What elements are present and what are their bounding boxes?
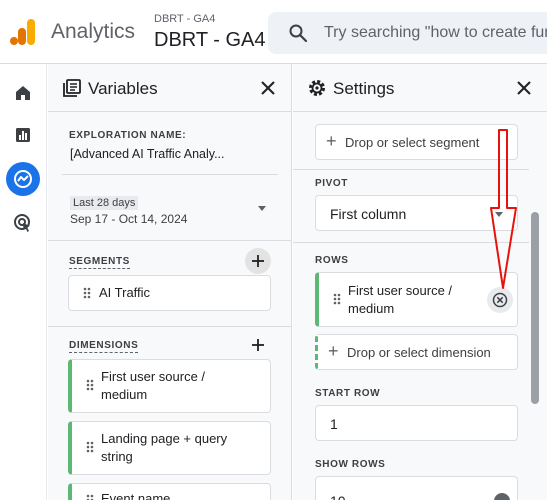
settings-panel: Settings + Drop or select segment PIVOT … [293, 64, 547, 500]
row-dimension-chip[interactable]: First user source / medium [315, 272, 518, 327]
add-segment-button[interactable] [245, 248, 271, 274]
variables-title: Variables [88, 79, 158, 98]
home-icon [16, 86, 30, 100]
plus-icon: + [328, 341, 339, 361]
analytics-logo-icon[interactable] [10, 18, 36, 46]
account-name[interactable]: DBRT - GA4 [154, 13, 215, 25]
plus-icon [252, 255, 264, 267]
dimension-chip[interactable]: Landing page + query string [68, 421, 271, 475]
pivot-value: First column [330, 206, 407, 222]
dimension-chip[interactable]: Event name [68, 483, 271, 500]
left-nav-rail [0, 64, 47, 500]
exploration-name-input[interactable]: [Advanced AI Traffic Analy... [70, 147, 225, 161]
settings-title: Settings [333, 79, 395, 98]
remove-row-button[interactable] [487, 287, 513, 313]
nav-advertising[interactable] [6, 206, 40, 240]
drag-handle-icon[interactable] [86, 494, 94, 500]
start-row-value: 1 [330, 416, 338, 432]
advertising-icon [14, 214, 30, 232]
dimension-drop-label: Drop or select dimension [347, 345, 491, 360]
remove-circle-icon [492, 292, 508, 308]
divider [48, 326, 292, 327]
close-settings-icon[interactable] [513, 77, 535, 99]
search-icon [289, 24, 308, 43]
close-variables-icon[interactable] [257, 77, 279, 99]
divider [293, 169, 529, 170]
dimension-chip-label: Event name [101, 491, 171, 500]
drag-handle-icon[interactable] [86, 441, 94, 453]
row-chip-label: First user source / [348, 283, 453, 298]
dimension-drop-zone[interactable]: + Drop or select dimension [315, 334, 518, 370]
plus-icon: + [326, 131, 337, 151]
chevron-down-icon [494, 493, 510, 500]
segment-drop-zone[interactable]: + Drop or select segment [315, 124, 518, 160]
settings-header: Settings [293, 64, 547, 112]
divider [62, 174, 278, 175]
show-rows-label: SHOW ROWS [315, 459, 386, 470]
divider [293, 242, 529, 243]
dimension-chip[interactable]: First user source / medium [68, 359, 271, 413]
start-row-label: START ROW [315, 388, 381, 399]
drag-handle-icon[interactable] [83, 287, 91, 299]
top-bar: Analytics DBRT - GA4 DBRT - GA4 [0, 0, 547, 64]
start-row-input[interactable]: 1 [315, 405, 518, 441]
segment-drop-label: Drop or select segment [345, 135, 480, 150]
gear-icon [309, 80, 325, 96]
exploration-name-label: EXPLORATION NAME: [69, 130, 187, 141]
row-chip-label: medium [348, 301, 395, 316]
nav-explore[interactable] [6, 162, 40, 196]
pivot-select[interactable]: First column [315, 195, 518, 231]
search-bar[interactable] [268, 12, 547, 54]
settings-scrollbar[interactable] [531, 212, 539, 404]
add-dimension-button[interactable] [245, 332, 271, 358]
dimensions-label: DIMENSIONS [69, 340, 139, 353]
pivot-label: PIVOT [315, 178, 349, 189]
drag-handle-icon[interactable] [86, 379, 94, 391]
drag-handle-icon[interactable] [333, 293, 341, 305]
property-selector[interactable]: DBRT - GA4 [154, 29, 266, 52]
show-rows-select[interactable]: 10 [315, 476, 518, 500]
dimension-chip-label: medium [101, 387, 148, 402]
show-rows-value: 10 [330, 493, 346, 500]
date-preset: Last 28 days [70, 196, 139, 210]
app-title: Analytics [51, 20, 136, 43]
reports-icon [16, 128, 30, 142]
nav-reports[interactable] [6, 118, 40, 152]
rows-label: ROWS [315, 255, 349, 266]
nav-home[interactable] [6, 76, 40, 110]
segment-chip[interactable]: AI Traffic [68, 275, 271, 311]
divider [48, 240, 292, 241]
search-input[interactable] [324, 12, 547, 54]
date-range-text: Sep 17 - Oct 14, 2024 [70, 212, 188, 226]
plus-icon [252, 339, 264, 351]
segments-label: SEGMENTS [69, 256, 130, 269]
variables-header: Variables [48, 64, 291, 112]
explore-icon [14, 170, 32, 188]
variables-panel: Variables EXPLORATION NAME: [Advanced AI… [48, 64, 292, 500]
dimension-chip-label: First user source / [101, 369, 206, 384]
variables-icon [63, 79, 81, 97]
chevron-down-icon [495, 212, 503, 217]
date-range-picker[interactable]: Last 28 days Sep 17 - Oct 14, 2024 [62, 186, 270, 232]
dimension-chip-label: string [101, 449, 133, 464]
dimension-chip-label: Landing page + query [101, 431, 228, 446]
dropdown-caret-icon [258, 206, 266, 211]
segment-chip-label: AI Traffic [99, 285, 151, 300]
